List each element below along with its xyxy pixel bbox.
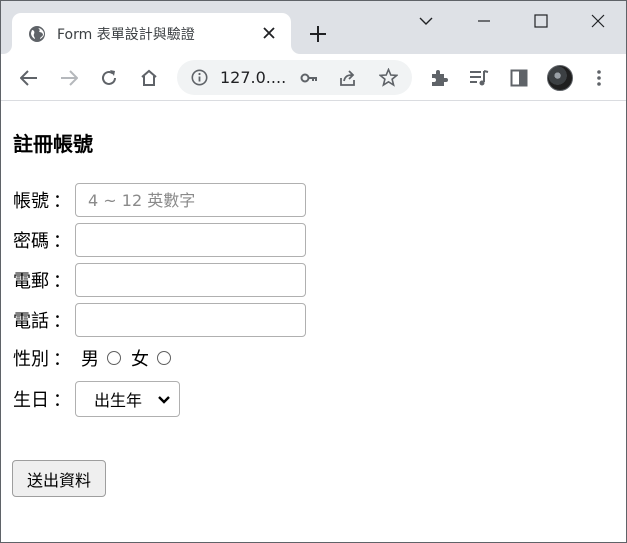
birth-year-select[interactable]: 出生年	[75, 381, 180, 417]
key-icon[interactable]	[300, 70, 318, 90]
plus-icon	[310, 26, 326, 42]
menu-button[interactable]	[586, 65, 612, 91]
password-label: 密碼	[13, 231, 49, 252]
colon: ：	[53, 311, 71, 332]
avatar[interactable]	[547, 65, 573, 91]
email-label: 電郵	[13, 271, 49, 292]
address-bar[interactable]: 127.0....	[177, 60, 412, 95]
phone-input[interactable]	[75, 303, 306, 337]
browser-toolbar: 127.0....	[1, 54, 626, 101]
home-icon	[141, 69, 157, 86]
gender-row: 性別 ： 男 女	[13, 341, 181, 375]
birthday-row: 生日 ： 出生年	[13, 381, 180, 417]
tab-search-button[interactable]	[414, 9, 438, 33]
new-tab-button[interactable]	[306, 22, 330, 46]
gender-female-radio[interactable]	[157, 351, 171, 365]
maximize-button[interactable]	[529, 9, 553, 33]
account-row: 帳號 ：	[13, 183, 306, 217]
side-panel-icon	[510, 69, 528, 87]
colon: ：	[53, 231, 71, 252]
chevron-down-icon	[157, 392, 171, 406]
info-icon[interactable]	[191, 69, 208, 90]
url-text: 127.0....	[220, 68, 287, 87]
chevron-down-icon	[419, 17, 433, 25]
extensions-button[interactable]	[426, 65, 452, 91]
email-row: 電郵 ：	[13, 263, 306, 297]
gender-male-radio[interactable]	[107, 351, 121, 365]
kebab-menu-icon	[597, 70, 601, 86]
globe-icon	[28, 25, 46, 43]
gender-option-male-label: 男	[81, 349, 99, 370]
close-window-button[interactable]	[586, 9, 610, 33]
media-button[interactable]	[466, 65, 492, 91]
arrow-right-icon	[61, 70, 78, 86]
colon: ：	[53, 271, 71, 292]
tab-strip: Form 表單設計與驗證	[1, 1, 626, 54]
active-tab[interactable]: Form 表單設計與驗證	[12, 13, 291, 54]
close-icon	[591, 14, 605, 28]
close-icon[interactable]	[259, 23, 279, 43]
email-input[interactable]	[75, 263, 306, 297]
colon: ：	[53, 191, 71, 212]
gender-option-female-label: 女	[131, 349, 149, 370]
minimize-icon	[478, 20, 490, 22]
submit-button[interactable]: 送出資料	[12, 460, 106, 497]
account-label: 帳號	[13, 191, 49, 212]
page-content: 註冊帳號 帳號 ： 密碼 ： 電郵 ： 電話 ： 性別 ： 男 女	[1, 102, 626, 542]
birthday-label: 生日	[13, 390, 49, 411]
media-queue-icon	[470, 70, 489, 86]
password-input[interactable]	[75, 223, 306, 257]
gender-label: 性別	[13, 349, 49, 370]
birth-year-selected: 出生年	[94, 391, 143, 410]
colon: ：	[53, 349, 71, 370]
maximize-icon	[534, 14, 548, 28]
share-icon[interactable]	[339, 69, 357, 91]
back-button[interactable]	[16, 65, 42, 91]
browser-window: Form 表單設計與驗證 127.0.... 註冊帳號 帳號 ： 4 ~ 12 …	[0, 0, 627, 543]
arrow-left-icon	[20, 70, 37, 86]
page-title: 註冊帳號	[13, 132, 93, 156]
side-panel-button[interactable]	[506, 65, 532, 91]
minimize-button[interactable]	[472, 9, 496, 33]
reload-icon	[102, 70, 116, 85]
reload-button[interactable]	[96, 65, 122, 91]
star-icon[interactable]	[378, 67, 399, 91]
phone-label: 電話	[13, 311, 49, 332]
phone-row: 電話 ：	[13, 303, 306, 337]
account-input[interactable]	[75, 183, 306, 217]
puzzle-icon	[432, 70, 448, 86]
tab-title: Form 表單設計與驗證	[57, 27, 195, 43]
colon: ：	[53, 390, 71, 411]
home-button[interactable]	[136, 65, 162, 91]
password-row: 密碼 ：	[13, 223, 306, 257]
forward-button[interactable]	[56, 65, 82, 91]
